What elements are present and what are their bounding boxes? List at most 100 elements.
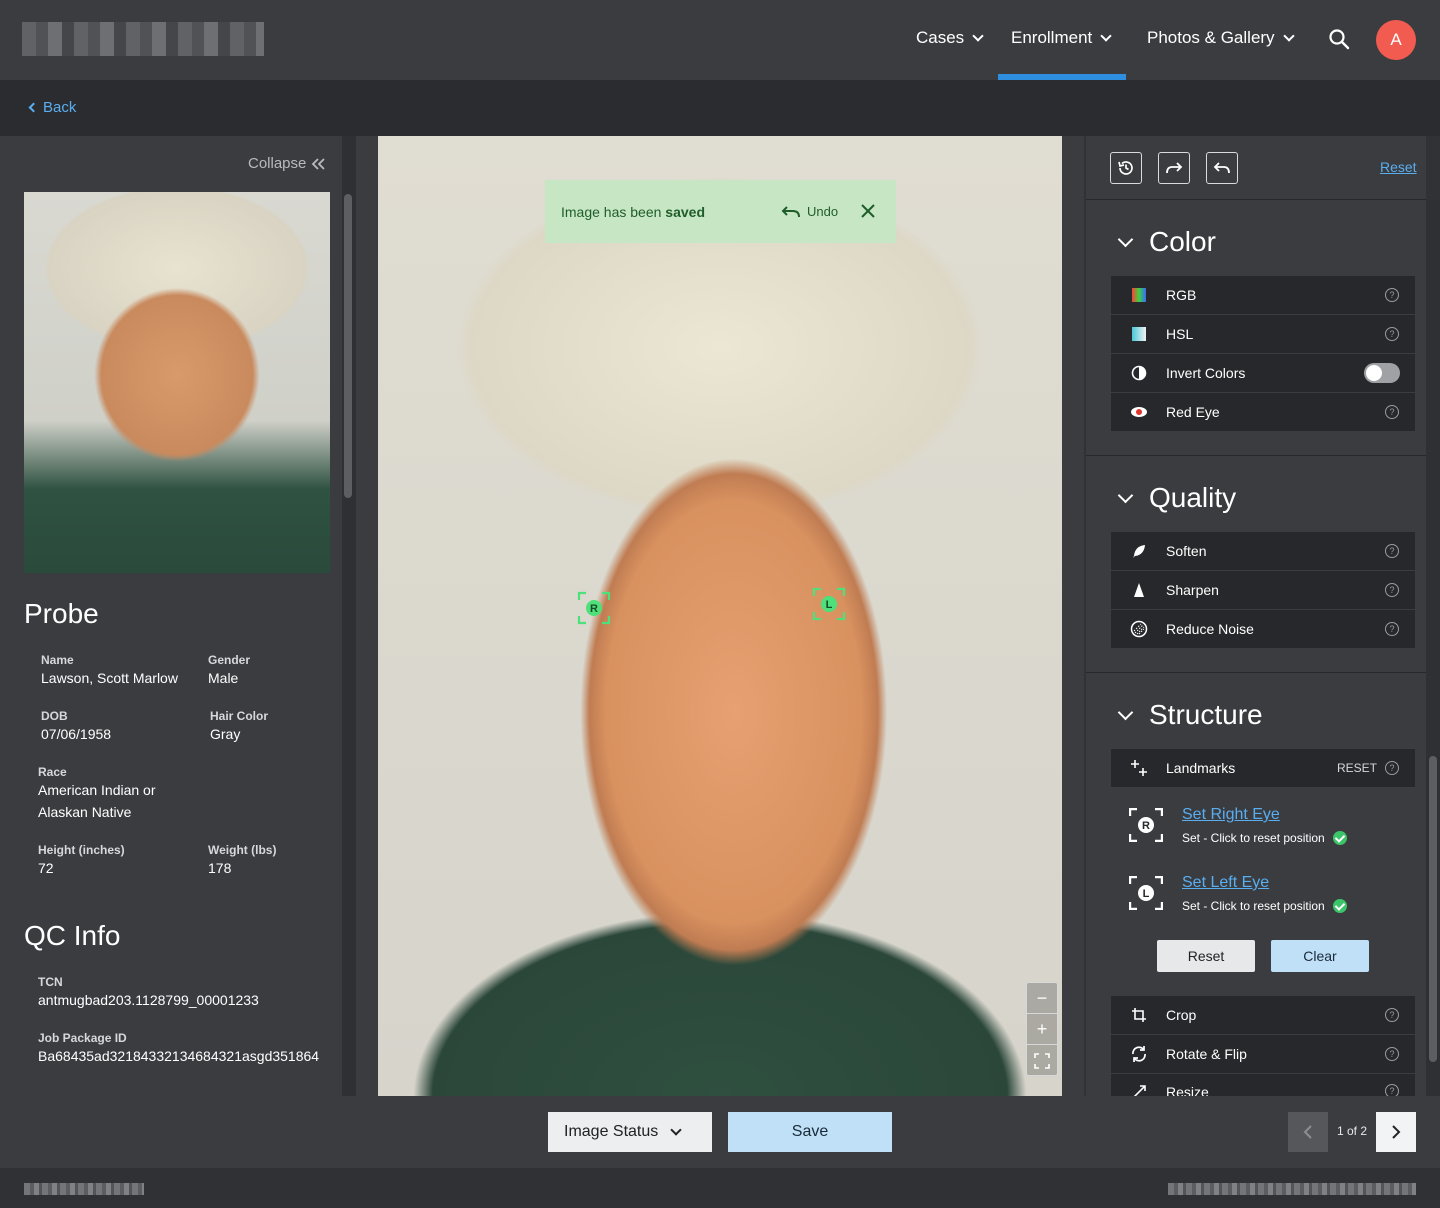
quality-section-header[interactable]: Quality bbox=[1116, 482, 1236, 514]
double-chevron-left-icon bbox=[312, 157, 326, 170]
crop-row[interactable]: Crop? bbox=[1111, 996, 1415, 1034]
svg-text:R: R bbox=[1142, 820, 1150, 832]
color-section-header[interactable]: Color bbox=[1116, 226, 1216, 258]
right-scrollbar[interactable] bbox=[1426, 200, 1440, 1096]
qc-info-title: QC Info bbox=[24, 920, 121, 951]
invert-colors-row[interactable]: Invert Colors bbox=[1111, 354, 1415, 392]
prev-page-button[interactable] bbox=[1288, 1112, 1328, 1152]
weight-label: Weight (lbs) bbox=[208, 843, 277, 857]
zoom-out-button[interactable]: − bbox=[1027, 983, 1057, 1014]
left-eye-marker[interactable]: L bbox=[812, 587, 846, 621]
help-icon[interactable]: ? bbox=[1385, 1008, 1399, 1022]
help-icon[interactable]: ? bbox=[1385, 622, 1399, 636]
left-eye-status: Set - Click to reset position bbox=[1182, 899, 1347, 913]
right-eye-marker[interactable]: R bbox=[577, 591, 611, 625]
probe-thumbnail bbox=[24, 192, 330, 573]
job-package-label: Job Package ID bbox=[38, 1031, 127, 1045]
dob-label: DOB bbox=[41, 709, 68, 723]
landmarks-reset-button[interactable]: Reset bbox=[1157, 940, 1255, 972]
close-icon[interactable] bbox=[859, 202, 877, 220]
landmarks-reset-link[interactable]: RESET bbox=[1337, 761, 1377, 775]
nav-enrollment[interactable]: Enrollment bbox=[1011, 28, 1112, 48]
height-label: Height (inches) bbox=[38, 843, 125, 857]
zoom-in-button[interactable]: + bbox=[1027, 1014, 1057, 1045]
search-icon[interactable] bbox=[1328, 28, 1352, 52]
sharpen-row[interactable]: Sharpen? bbox=[1111, 571, 1415, 609]
saved-toast: Image has been saved Undo bbox=[545, 180, 896, 243]
image-status-select[interactable]: Image Status bbox=[548, 1112, 712, 1152]
weight-value: 178 bbox=[208, 860, 232, 876]
chevron-down-icon bbox=[670, 1124, 682, 1136]
rotate-flip-row[interactable]: Rotate & Flip? bbox=[1111, 1035, 1415, 1073]
help-icon[interactable]: ? bbox=[1385, 327, 1399, 341]
hair-color-value: Gray bbox=[210, 726, 241, 742]
user-avatar[interactable]: A bbox=[1376, 20, 1416, 60]
collapse-button[interactable]: Collapse bbox=[248, 155, 326, 172]
save-button[interactable]: Save bbox=[728, 1112, 892, 1152]
redacted-copyright-text bbox=[1168, 1183, 1416, 1195]
bottom-action-bar bbox=[0, 1096, 1440, 1168]
race-value: American Indian or Alaskan Native bbox=[38, 782, 156, 820]
hsl-row[interactable]: HSL? bbox=[1111, 315, 1415, 353]
set-left-eye-link[interactable]: Set Left Eye bbox=[1182, 874, 1269, 892]
page-indicator: 1 of 2 bbox=[1336, 1124, 1368, 1138]
left-scrollbar[interactable] bbox=[342, 136, 356, 1096]
left-eye-target-icon: L bbox=[1129, 876, 1163, 910]
main-photo[interactable] bbox=[378, 136, 1062, 1096]
resize-row[interactable]: Resize? bbox=[1111, 1074, 1415, 1096]
right-eye-target-icon: R bbox=[1129, 808, 1163, 842]
divider bbox=[1086, 199, 1426, 200]
help-icon[interactable]: ? bbox=[1385, 583, 1399, 597]
brand-logo[interactable] bbox=[22, 22, 264, 56]
help-icon[interactable]: ? bbox=[1385, 405, 1399, 419]
chevron-right-icon bbox=[1392, 1125, 1401, 1139]
landmarks-clear-button[interactable]: Clear bbox=[1271, 940, 1369, 972]
rgb-icon bbox=[1131, 288, 1146, 302]
job-package-value: Ba68435ad32184332134684321asgd351864 bbox=[38, 1048, 320, 1064]
nav-cases[interactable]: Cases bbox=[916, 28, 984, 48]
chevron-down-icon bbox=[1117, 704, 1134, 720]
check-circle-icon bbox=[1332, 899, 1347, 913]
set-right-eye-link[interactable]: Set Right Eye bbox=[1182, 806, 1280, 824]
undo-button[interactable]: Undo bbox=[781, 204, 838, 219]
reset-all-link[interactable]: Reset bbox=[1380, 159, 1417, 175]
divider bbox=[1086, 672, 1426, 673]
gender-label: Gender bbox=[208, 653, 251, 667]
next-page-button[interactable] bbox=[1376, 1112, 1416, 1152]
eye-icon bbox=[1130, 407, 1147, 417]
redo-button[interactable] bbox=[1158, 152, 1190, 184]
name-value: Lawson, Scott Marlow bbox=[41, 670, 178, 686]
help-icon[interactable]: ? bbox=[1385, 1047, 1399, 1061]
back-link[interactable]: Back bbox=[28, 99, 76, 116]
history-button[interactable] bbox=[1110, 152, 1142, 184]
chevron-down-icon bbox=[1100, 30, 1112, 42]
help-icon[interactable]: ? bbox=[1385, 288, 1399, 302]
invert-colors-toggle[interactable] bbox=[1364, 363, 1400, 383]
race-label: Race bbox=[38, 765, 67, 779]
soften-row[interactable]: Soften? bbox=[1111, 532, 1415, 570]
landmarks-icon bbox=[1130, 760, 1147, 776]
scroll-thumb[interactable] bbox=[1429, 756, 1437, 1062]
help-icon[interactable]: ? bbox=[1385, 544, 1399, 558]
red-eye-row[interactable]: Red Eye? bbox=[1111, 393, 1415, 431]
top-nav: Cases Enrollment Photos & Gallery A bbox=[0, 0, 1440, 80]
help-icon[interactable]: ? bbox=[1385, 1084, 1399, 1096]
scroll-thumb[interactable] bbox=[344, 194, 352, 498]
crop-icon bbox=[1131, 1008, 1146, 1022]
toast-message: Image has been saved bbox=[561, 204, 705, 220]
reduce-noise-row[interactable]: Reduce Noise? bbox=[1111, 610, 1415, 648]
help-icon[interactable]: ? bbox=[1385, 761, 1399, 775]
svg-text:R: R bbox=[590, 603, 598, 615]
gender-value: Male bbox=[208, 670, 239, 686]
check-circle-icon bbox=[1332, 831, 1347, 845]
fit-screen-button[interactable] bbox=[1027, 1045, 1057, 1076]
redacted-version-text bbox=[24, 1183, 144, 1195]
rgb-row[interactable]: RGB? bbox=[1111, 276, 1415, 314]
tcn-value: antmugbad203.1128799_00001233 bbox=[38, 992, 259, 1008]
undo-toolbar-button[interactable] bbox=[1206, 152, 1238, 184]
zoom-controls: − + bbox=[1026, 982, 1058, 1076]
landmarks-row[interactable]: Landmarks RESET ? bbox=[1111, 749, 1415, 787]
sharpen-icon bbox=[1133, 583, 1144, 597]
nav-photos-gallery[interactable]: Photos & Gallery bbox=[1147, 28, 1295, 48]
structure-section-header[interactable]: Structure bbox=[1116, 699, 1263, 731]
